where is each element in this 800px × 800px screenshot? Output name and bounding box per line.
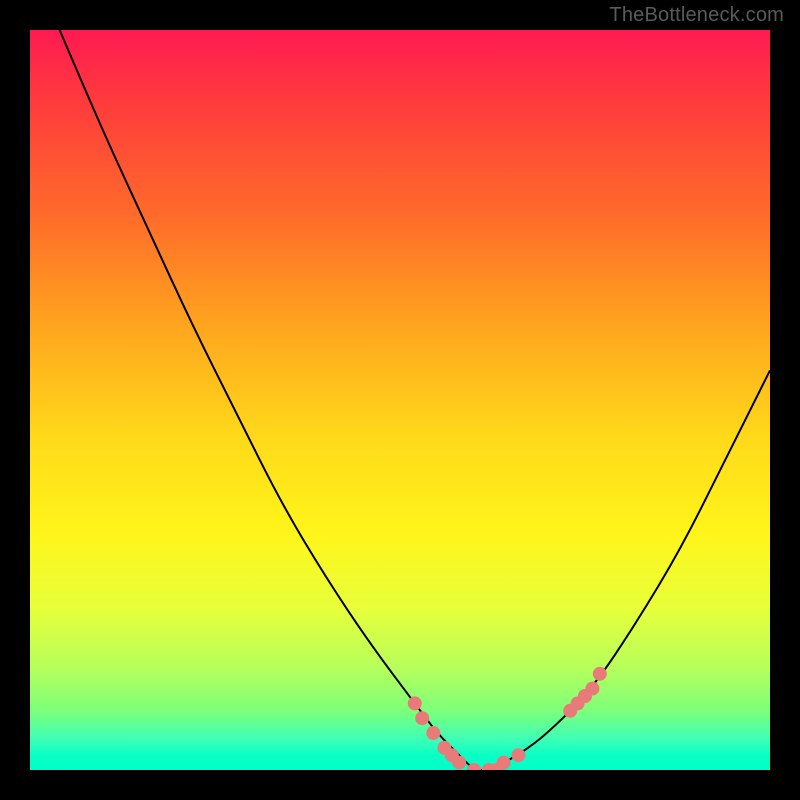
marker-group (408, 667, 607, 770)
bottleneck-curve (60, 30, 770, 770)
marker-dot (415, 711, 429, 725)
marker-dot (452, 756, 466, 770)
marker-dot (497, 756, 511, 770)
marker-dot (585, 682, 599, 696)
chart-plot-area (30, 30, 770, 770)
marker-dot (426, 726, 440, 740)
chart-svg (30, 30, 770, 770)
watermark-text: TheBottleneck.com (609, 4, 784, 27)
marker-dot (408, 696, 422, 710)
marker-dot (593, 667, 607, 681)
marker-dot (511, 748, 525, 762)
